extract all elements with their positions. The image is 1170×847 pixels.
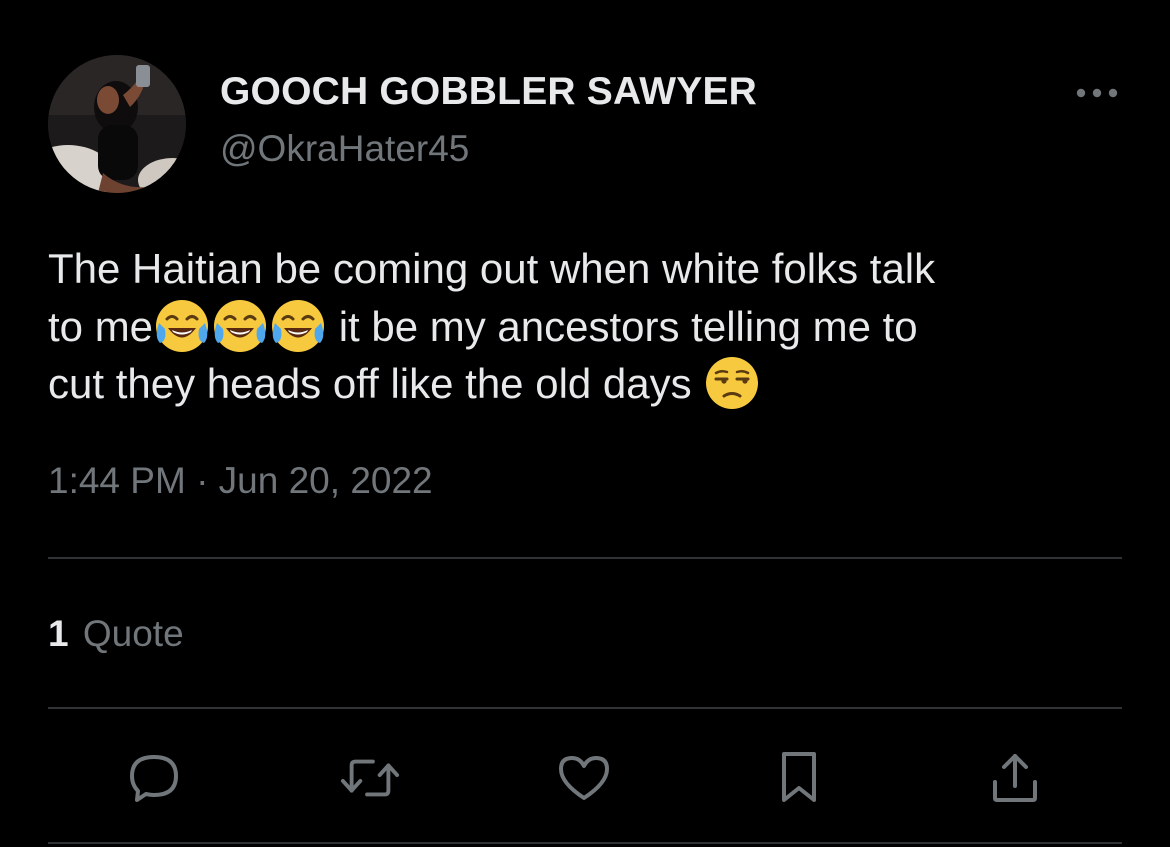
- tweet-line-2: to me it be my ancestors telling me to: [48, 297, 1138, 354]
- display-name[interactable]: GOOCH GOBBLER SAWYER: [220, 70, 757, 114]
- more-options-button[interactable]: [1072, 78, 1122, 108]
- like-icon: [559, 756, 609, 800]
- bookmark-icon: [782, 752, 816, 802]
- divider: [48, 707, 1122, 709]
- like-button[interactable]: [554, 750, 614, 806]
- tweet-line-3-text: cut they heads off like the old days: [48, 360, 704, 407]
- divider: [48, 842, 1122, 844]
- share-button[interactable]: [985, 750, 1045, 806]
- reply-icon: [130, 755, 178, 802]
- tweet-timestamp[interactable]: 1:44 PM · Jun 20, 2022: [48, 460, 433, 502]
- tears-of-joy-emoji-icon: [269, 297, 327, 355]
- divider: [48, 557, 1122, 559]
- user-handle[interactable]: @OkraHater45: [220, 128, 469, 170]
- unamused-face-emoji-icon: [703, 354, 761, 412]
- tweet-line-2-end: it be my ancestors telling me to: [327, 303, 918, 350]
- retweet-button[interactable]: [340, 750, 400, 806]
- reply-button[interactable]: [124, 750, 184, 806]
- tweet-line-3: cut they heads off like the old days: [48, 354, 1138, 411]
- tweet-line-1: The Haitian be coming out when white fol…: [48, 245, 936, 292]
- more-dots-icon: [1076, 88, 1118, 98]
- tears-of-joy-emoji-icon: [211, 297, 269, 355]
- quote-count: 1: [48, 613, 69, 654]
- quote-label: Quote: [82, 613, 184, 654]
- tweet-detail: GOOCH GOBBLER SAWYER @OkraHater45 The Ha…: [0, 0, 1170, 847]
- tweet-text: The Haitian be coming out when white fol…: [48, 240, 1138, 411]
- tears-of-joy-emoji-icon: [153, 297, 211, 355]
- avatar-image: [48, 55, 186, 193]
- tweet-line-2-start: to me: [48, 303, 154, 350]
- quote-count-link[interactable]: 1 Quote: [48, 613, 184, 655]
- bookmark-button[interactable]: [769, 750, 829, 806]
- share-icon: [993, 754, 1037, 802]
- avatar[interactable]: [48, 55, 186, 193]
- retweet-icon: [340, 759, 400, 797]
